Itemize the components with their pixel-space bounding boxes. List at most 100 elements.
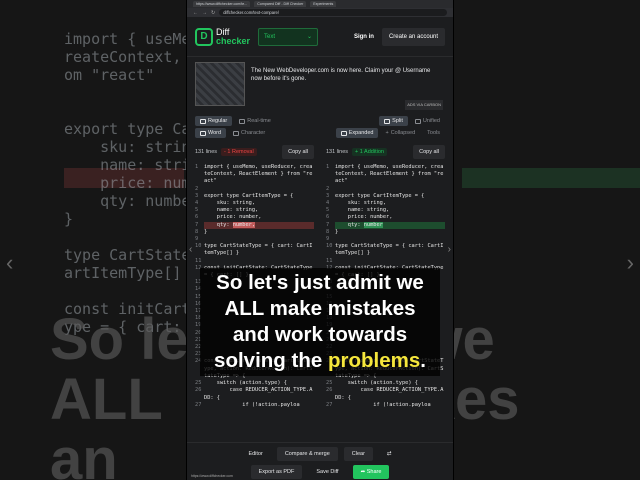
line-text: price: number, [335, 214, 393, 221]
line-number: 1 [195, 164, 199, 170]
right-pane-header: 131 lines + 1 Addition Copy all [326, 145, 445, 159]
line-number: 1 [326, 164, 330, 170]
unified-toggle[interactable]: Unified [410, 116, 445, 126]
line-text: name: string, [204, 207, 259, 214]
bottom-action-bar: Editor Compare & merge Clear ⇄ Export as… [187, 442, 453, 480]
code-line: 7 qty: number [326, 221, 445, 229]
browser-viewport: https://www.diffchecker.com/te... Compar… [186, 0, 454, 480]
word-icon [200, 130, 206, 136]
line-number: 10 [195, 243, 202, 250]
line-number: 5 [195, 207, 199, 214]
diff-type-select[interactable]: Text ⌄ [258, 27, 319, 46]
character-label: Character [241, 130, 266, 136]
signin-link[interactable]: Sign in [354, 34, 374, 40]
create-account-button[interactable]: Create an account [381, 27, 445, 46]
code-line: 25 switch (action.type) { [326, 380, 445, 387]
panes-header: 131 lines - 1 Removal Copy all 131 lines… [187, 145, 453, 159]
forward-icon[interactable]: → [202, 10, 207, 16]
code-line: 3 export type CartItemType = { [195, 193, 314, 200]
line-text: type CartStateType = { cart: CartItemTyp… [335, 243, 444, 257]
editor-button[interactable]: Editor [240, 447, 270, 461]
expanded-toggle[interactable]: Expanded [335, 128, 379, 138]
site-header: D Diff checker Text ⌄ Sign in Create an a… [187, 17, 453, 57]
code-line: 9 [195, 236, 314, 243]
realtime-toggle[interactable]: Real-time [234, 116, 276, 126]
share-label: Share [366, 469, 382, 475]
code-line: 6 price: number, [195, 214, 314, 221]
left-line-count: 131 lines [195, 149, 218, 155]
code-line: 2 [195, 186, 314, 193]
line-text: price: number, [204, 214, 262, 221]
line-number: 2 [326, 185, 330, 192]
address-bar[interactable]: diffchecker.com/text-compare/ [219, 9, 447, 16]
left-pane-header: 131 lines - 1 Removal Copy all [195, 145, 314, 159]
line-number: 2 [195, 185, 199, 192]
right-line-count: 131 lines [326, 149, 349, 155]
line-number: 25 [195, 380, 202, 387]
reload-icon[interactable]: ↻ [211, 10, 215, 16]
caption-line-1: So let's just admit we [216, 271, 424, 294]
browser-tab[interactable]: https://www.diffchecker.com/te... [193, 1, 251, 7]
unified-icon [414, 118, 421, 124]
clear-button[interactable]: Clear [343, 447, 373, 461]
swap-icon[interactable]: ⇄ [379, 447, 400, 461]
logo-mark: D [195, 27, 213, 46]
code-line: 5 name: string, [195, 207, 314, 214]
compare-merge-button[interactable]: Compare & merge [276, 447, 338, 461]
share-button[interactable]: ➦ Share [352, 465, 390, 479]
line-text: } [204, 228, 208, 235]
character-toggle[interactable]: Character [228, 128, 270, 138]
status-url: https://www.diffchecker.com [187, 474, 237, 480]
save-diff-button[interactable]: Save Diff [308, 465, 346, 479]
line-text: case REDUCER_ACTION_TYPE.ADD: { [335, 387, 444, 401]
line-number: 11 [195, 257, 202, 264]
expanded-label: Expanded [348, 130, 374, 136]
back-icon[interactable]: ← [193, 10, 198, 16]
line-text: sku: string, [335, 200, 387, 207]
browser-tab[interactable]: Compared Diff - Diff Checker [254, 1, 307, 7]
export-pdf-button[interactable]: Export as PDF [250, 465, 303, 479]
video-frame: import { useMemo, useReducer, c reateCon… [0, 0, 640, 480]
browser-tab[interactable]: Experiments [310, 1, 337, 7]
video-caption: So let's just admit we ALL make mistakes… [200, 268, 440, 376]
line-number: 26 [326, 387, 333, 394]
chevron-left-icon: ‹ [6, 250, 14, 275]
line-number: 7 [326, 221, 330, 228]
character-icon [233, 130, 240, 136]
word-toggle[interactable]: Word [195, 128, 227, 138]
word-label: Word [208, 130, 222, 136]
line-text: type CartStateType = { cart: CartItemTyp… [204, 243, 313, 257]
code-line: 4 sku: string, [195, 200, 314, 207]
line-number: 4 [326, 200, 330, 207]
code-line: 1 import { useMemo, useReducer, createCon… [326, 164, 445, 186]
line-text [335, 258, 445, 265]
chevron-right-icon[interactable]: › [448, 244, 451, 255]
regular-toggle[interactable]: Regular [195, 116, 233, 126]
logo[interactable]: D Diff checker [195, 27, 250, 46]
chevron-left-icon[interactable]: ‹ [189, 244, 192, 255]
line-number: 6 [326, 214, 330, 221]
caption-highlight-word: problems [327, 349, 421, 372]
line-text: switch (action.type) { [335, 380, 418, 387]
line-text: export type CartItemType = { [204, 192, 294, 199]
line-number: 3 [195, 192, 199, 199]
code-line: 5 name: string, [326, 207, 445, 214]
added-token: number [363, 221, 383, 228]
caption-line-2: ALL make mistakes [224, 297, 416, 320]
line-text: export type CartItemType = { [335, 192, 425, 199]
code-line: 26 case REDUCER_ACTION_TYPE.ADD: { [195, 387, 314, 401]
copy-all-left-button[interactable]: Copy all [282, 145, 314, 159]
line-number: 26 [195, 387, 202, 394]
regular-label: Regular [208, 118, 228, 124]
tools-button[interactable]: Tools [422, 128, 445, 138]
code-line: 10 type CartStateType = { cart: CartItemT… [195, 243, 314, 257]
collapsed-label: Collapsed [390, 130, 416, 136]
ad-banner[interactable]: The New WebDeveloper.com is now here. Cl… [195, 62, 445, 110]
line-text: qty: number [335, 221, 445, 229]
copy-all-right-button[interactable]: Copy all [413, 145, 445, 159]
line-number: 9 [195, 236, 199, 243]
split-toggle[interactable]: Split [379, 116, 408, 126]
ad-message: The New WebDeveloper.com is now here. Cl… [251, 68, 431, 82]
collapsed-toggle[interactable]: + Collapsed [380, 128, 420, 138]
caption-line-3: and work towards [232, 323, 408, 346]
